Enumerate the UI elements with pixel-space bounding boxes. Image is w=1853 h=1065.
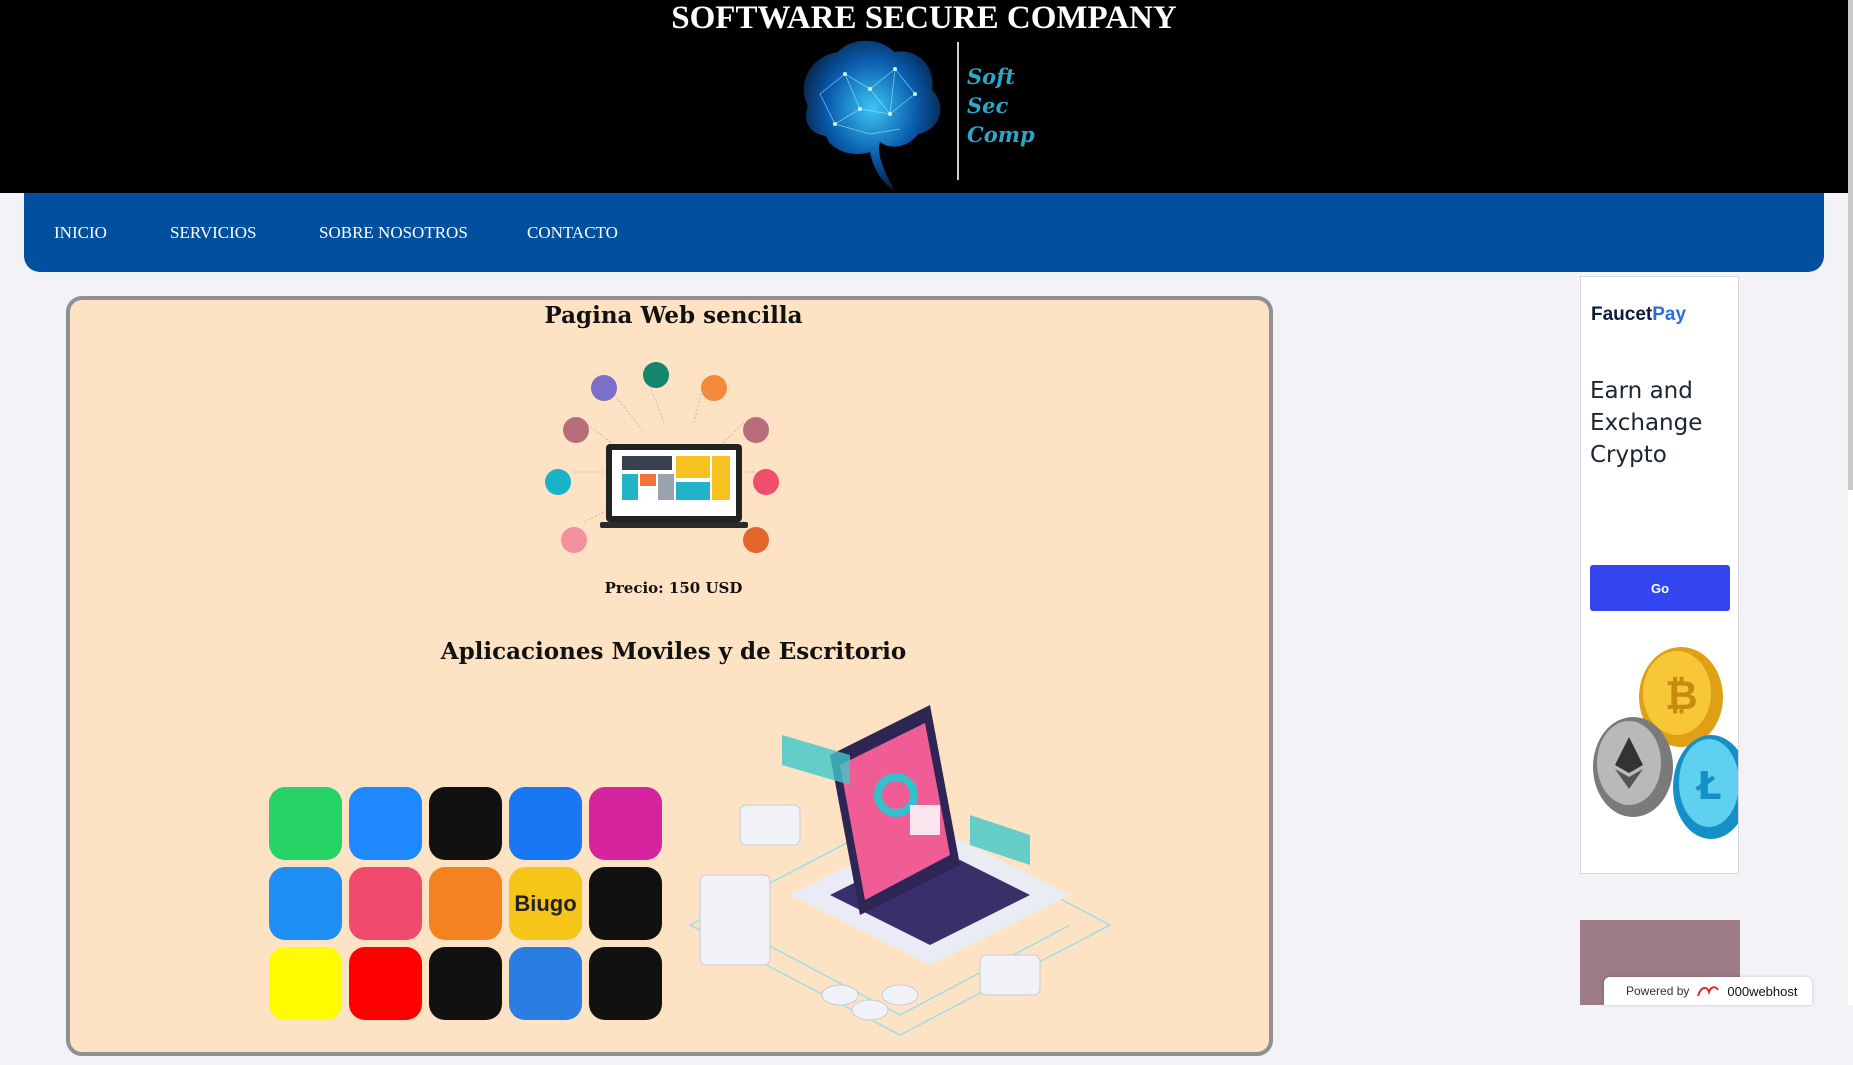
services-card: Pagina Web sencilla Precio: 150 USD Apli… — [66, 296, 1273, 1056]
crypto-coins-image: ₿ Ł — [1593, 647, 1738, 839]
snapchat-icon — [269, 947, 342, 1020]
ad-headline: Earn and Exchange Crypto — [1590, 378, 1703, 468]
instagram-icon — [589, 787, 662, 860]
site-title: SOFTWARE SECURE COMPANY — [671, 0, 1177, 36]
logo-text-2: Sec — [967, 93, 1009, 118]
page-scrollbar[interactable] — [1848, 0, 1853, 1005]
email-icon — [591, 375, 617, 401]
likee-icon — [349, 867, 422, 940]
shield-icon — [743, 527, 769, 553]
svg-text:Ł: Ł — [1695, 764, 1721, 808]
settings-icon — [545, 469, 571, 495]
nav-inicio[interactable]: INICIO — [54, 223, 107, 243]
user-icon — [561, 527, 587, 553]
hotstar-icon — [589, 867, 662, 940]
youtube-icon — [349, 947, 422, 1020]
nav-sobre-nosotros[interactable]: SOBRE NOSOTROS — [319, 223, 468, 243]
video-player-icon — [509, 947, 582, 1020]
logo-text-3: Comp — [967, 122, 1035, 147]
image-icon — [753, 469, 779, 495]
spotify-icon — [589, 947, 662, 1020]
powered-by-label: Powered by — [1626, 984, 1690, 998]
main-nav: INICIO SERVICIOS SOBRE NOSOTROS CONTACTO — [24, 193, 1824, 272]
laptop-isometric-illustration — [688, 705, 1112, 1036]
mobile-icon — [563, 417, 589, 443]
tiktok-icon — [429, 787, 502, 860]
ad-brand-logo: FaucetPay — [1591, 304, 1687, 325]
facebook-icon — [509, 787, 582, 860]
logo-text-1: Soft — [967, 64, 1015, 89]
nav-contacto[interactable]: CONTACTO — [527, 223, 618, 243]
powered-by-brand: 000webhost — [1727, 983, 1798, 999]
whatsapp-icon — [269, 787, 342, 860]
price-label: Precio: 150 USD — [604, 579, 743, 597]
browser-icon — [743, 417, 769, 443]
section-title-web: Pagina Web sencilla — [544, 302, 803, 329]
nav-servicios[interactable]: SERVICIOS — [170, 223, 257, 243]
scrollbar-thumb[interactable] — [1848, 0, 1853, 490]
netflix-icon — [429, 947, 502, 1020]
biugo-icon: Biugo — [509, 867, 582, 940]
webhost-logo-icon — [1697, 986, 1720, 997]
web-design-illustration — [545, 362, 779, 553]
site-header: SOFTWARE SECURE COMPANY Soft Sec Comp — [0, 0, 1848, 193]
svg-text:₿: ₿ — [1665, 673, 1698, 719]
search-icon — [643, 362, 669, 388]
powered-by-badge[interactable]: Powered by 000webhost — [1604, 977, 1812, 1005]
brain-logo — [803, 40, 959, 190]
faucetpay-ad[interactable]: FaucetPay Earn and Exchange Crypto Go ₿ … — [1580, 276, 1739, 874]
uc-browser-icon — [429, 867, 502, 940]
cloud-icon — [701, 375, 727, 401]
shareit-icon — [269, 867, 342, 940]
messenger-icon — [349, 787, 422, 860]
section-title-apps: Aplicaciones Moviles y de Escritorio — [440, 638, 907, 665]
ad-go-button[interactable]: Go — [1590, 565, 1730, 611]
